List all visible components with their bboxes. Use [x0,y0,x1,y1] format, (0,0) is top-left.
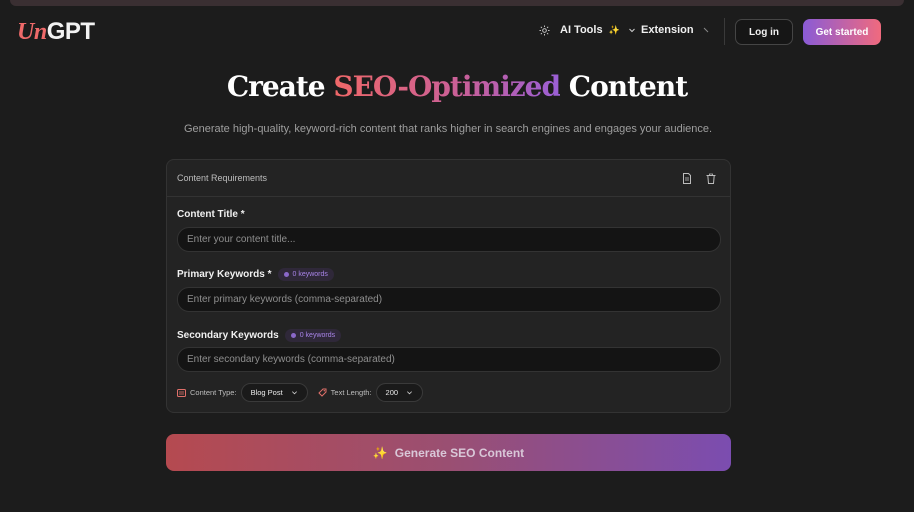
nav-extension[interactable]: Extension [641,24,710,36]
text-length-icon [317,388,327,397]
primary-keywords-placeholder: Enter primary keywords (comma-separated) [187,294,383,305]
secondary-keywords-input[interactable]: Enter secondary keywords (comma-separate… [177,347,721,372]
card-header-actions [681,172,717,184]
sparkles-icon: ✨ [372,445,388,460]
logo-un: Un [17,19,47,45]
primary-keywords-input[interactable]: Enter primary keywords (comma-separated) [177,287,721,312]
text-length-value: 200 [385,388,399,397]
text-length-label: Text Length: [330,388,372,397]
hash-icon [283,272,289,277]
title-highlight: SEO-Optimized [333,70,561,103]
title-pre: Create [226,70,334,103]
content-type-value: Blog Post [250,388,283,397]
login-button[interactable]: Log in [735,19,793,45]
hash-icon [290,333,296,338]
primary-keywords-label: Primary Keywords * 0 keywords [177,268,334,281]
logo[interactable]: UnGPT [17,18,95,46]
card-header-title: Content Requirements [177,173,268,183]
secondary-keywords-placeholder: Enter secondary keywords (comma-separate… [187,354,395,365]
content-title-placeholder: Enter your content title... [187,234,296,245]
generate-button-label: Generate SEO Content [394,445,525,460]
primary-keywords-label-text: Primary Keywords * [177,269,272,280]
page-subtitle: Generate high-quality, keyword-rich cont… [183,123,713,135]
secondary-keywords-count: 0 keywords [299,332,336,339]
nav-divider [724,18,725,45]
title-post: Content [560,70,688,103]
top-nav: UnGPT AI Tools ✨ Extension Log in Get st… [0,0,914,62]
content-requirements-card: Content Requirements Content Title * Ent… [166,159,731,413]
content-title-input[interactable]: Enter your content title... [177,227,721,252]
content-type-select[interactable]: Blog Post [240,383,308,402]
nav-ai-tools[interactable]: AI Tools ✨ [539,24,636,36]
card-header: Content Requirements [167,160,730,197]
chevron-down-icon [628,28,635,33]
chevron-down-icon [291,391,297,395]
generate-seo-content-button[interactable]: ✨ Generate SEO Content [166,434,731,471]
primary-keywords-count: 0 keywords [292,271,328,278]
content-title-label-text: Content Title * [177,209,245,220]
content-type-label: Content Type: [190,388,237,397]
primary-keywords-count-badge: 0 keywords [277,268,334,281]
content-options-row: Content Type: Blog Post Text Length: 200 [177,383,429,402]
logo-gpt: GPT [46,18,95,45]
get-started-button[interactable]: Get started [803,19,881,45]
sun-icon [539,24,550,36]
content-title-label: Content Title * [177,209,245,220]
chevron-down-icon [407,391,413,395]
trash-icon[interactable] [705,172,717,184]
secondary-keywords-label: Secondary Keywords 0 keywords [177,329,342,342]
secondary-keywords-count-badge: 0 keywords [284,329,342,342]
sparkles-icon: ✨ [608,24,620,35]
secondary-keywords-label-text: Secondary Keywords [177,330,279,341]
content-type-icon [177,389,186,397]
text-length-select[interactable]: 200 [375,383,424,402]
nav-ai-tools-label: AI Tools [560,24,603,36]
arrow-icon [703,27,708,33]
page-title: Create SEO-Optimized Content [0,70,914,103]
nav-extension-label: Extension [641,24,694,36]
document-icon[interactable] [681,172,693,184]
